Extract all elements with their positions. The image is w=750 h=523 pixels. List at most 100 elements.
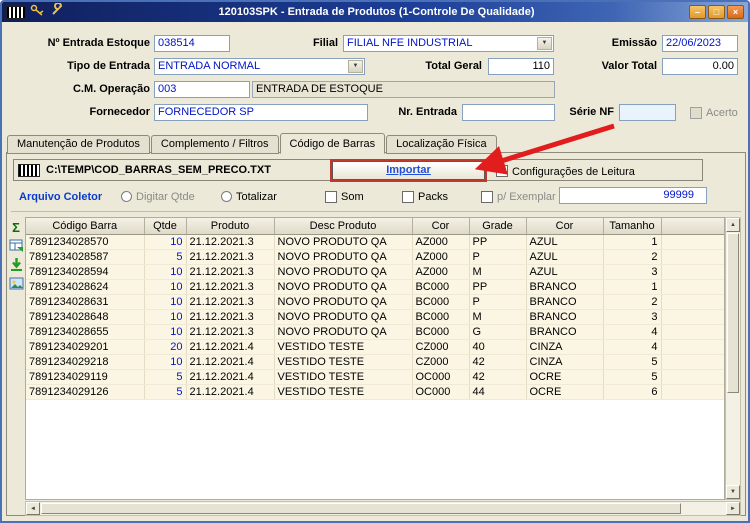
export-grid-icon[interactable]	[8, 238, 24, 254]
table-row[interactable]: 78912340286311021.12.2021.3NOVO PRODUTO …	[26, 294, 724, 309]
table-row[interactable]: 78912340285941021.12.2021.3NOVO PRODUTO …	[26, 264, 724, 279]
horizontal-scrollbar[interactable]: ◄ ►	[25, 501, 741, 516]
column-header-0[interactable]: Código Barra	[26, 218, 144, 234]
download-icon[interactable]	[8, 257, 24, 273]
tipo-entrada-select[interactable]: ENTRADA NORMAL ▼	[154, 58, 365, 75]
cm-operacao-input[interactable]: 003	[154, 81, 250, 98]
cell: VESTIDO TESTE	[274, 354, 412, 369]
nr-entrada-label: Nr. Entrada	[382, 104, 457, 121]
barcode-grid[interactable]: Código BarraQtdeProdutoDesc ProdutoCorGr…	[25, 217, 725, 500]
nr-entrada-input[interactable]	[462, 104, 555, 121]
scroll-right-icon[interactable]: ►	[726, 502, 740, 515]
valor-total-input[interactable]: 0.00	[662, 58, 738, 75]
cell: 5	[603, 369, 661, 384]
minimize-button[interactable]: –	[689, 5, 706, 19]
maximize-button[interactable]: □	[708, 5, 725, 19]
cell: 7891234028594	[26, 264, 144, 279]
importar-button[interactable]: Importar	[332, 161, 485, 180]
vscroll-thumb[interactable]	[727, 233, 739, 393]
vertical-scrollbar[interactable]: ▲ ▼	[725, 217, 741, 500]
tab-codigo-de-barras[interactable]: Código de Barras	[280, 133, 386, 154]
cell: 2	[603, 294, 661, 309]
column-header-filler	[661, 218, 724, 234]
fornecedor-input[interactable]: FORNECEDOR SP	[154, 104, 368, 121]
column-header-5[interactable]: Grade	[469, 218, 526, 234]
cell-filler	[661, 234, 724, 249]
cell: 1	[603, 279, 661, 294]
close-button[interactable]: ×	[727, 5, 744, 19]
cell: 21.12.2021.3	[186, 324, 274, 339]
chevron-down-icon[interactable]: ▼	[348, 60, 363, 73]
cell: VESTIDO TESTE	[274, 339, 412, 354]
filial-select[interactable]: FILIAL NFE INDUSTRIAL ▼	[343, 35, 554, 52]
digitar-qtde-radio[interactable]	[121, 191, 132, 202]
sum-icon[interactable]: Σ	[8, 219, 24, 235]
cell: M	[469, 264, 526, 279]
tab-manutencao-de-produtos[interactable]: Manutenção de Produtos	[7, 135, 150, 154]
cell: OCRE	[526, 369, 603, 384]
entrada-estoque-input[interactable]: 038514	[154, 35, 230, 52]
cell: NOVO PRODUTO QA	[274, 324, 412, 339]
cell: 21.12.2021.3	[186, 309, 274, 324]
column-header-7[interactable]: Tamanho	[603, 218, 661, 234]
cell: NOVO PRODUTO QA	[274, 309, 412, 324]
table-row[interactable]: 7891234028587521.12.2021.3NOVO PRODUTO Q…	[26, 249, 724, 264]
column-header-3[interactable]: Desc Produto	[274, 218, 412, 234]
totalizar-label: Totalizar	[236, 190, 277, 204]
emissao-input[interactable]: 22/06/2023	[662, 35, 738, 52]
scroll-up-icon[interactable]: ▲	[726, 218, 740, 232]
serie-nf-input[interactable]	[619, 104, 676, 121]
column-header-4[interactable]: Cor	[412, 218, 469, 234]
cell: 7891234028570	[26, 234, 144, 249]
cell-filler	[661, 249, 724, 264]
table-row[interactable]: 78912340292012021.12.2021.4VESTIDO TESTE…	[26, 339, 724, 354]
cell: 21.12.2021.3	[186, 249, 274, 264]
import-file-path: C:\TEMP\COD_BARRAS_SEM_PRECO.TXT	[46, 164, 271, 176]
wrench-icon	[50, 3, 64, 22]
cell: P	[469, 294, 526, 309]
totalizar-radio[interactable]	[221, 191, 232, 202]
table-header-row: Código BarraQtdeProdutoDesc ProdutoCorGr…	[26, 218, 724, 234]
scroll-down-icon[interactable]: ▼	[726, 485, 740, 499]
table-row[interactable]: 78912340286481021.12.2021.3NOVO PRODUTO …	[26, 309, 724, 324]
table-row[interactable]: 7891234029119521.12.2021.4VESTIDO TESTEO…	[26, 369, 724, 384]
import-strip: C:\TEMP\COD_BARRAS_SEM_PRECO.TXT Importa…	[13, 159, 703, 181]
exemplar-input[interactable]: 99999	[559, 187, 707, 204]
cell-filler	[661, 384, 724, 399]
table-row[interactable]: 78912340286241021.12.2021.3NOVO PRODUTO …	[26, 279, 724, 294]
packs-checkbox[interactable]	[402, 191, 414, 203]
cell: 42	[469, 369, 526, 384]
cell: AZ000	[412, 234, 469, 249]
column-header-1[interactable]: Qtde	[144, 218, 186, 234]
option-arquivo-coletor[interactable]: Arquivo Coletor	[19, 190, 102, 204]
cell: 3	[603, 264, 661, 279]
cell: 3	[603, 309, 661, 324]
cell: OC000	[412, 369, 469, 384]
total-geral-input[interactable]: 110	[488, 58, 554, 75]
som-checkbox[interactable]	[325, 191, 337, 203]
acerto-checkbox[interactable]	[690, 107, 702, 119]
titlebar[interactable]: 120103SPK - Entrada de Produtos (1-Contr…	[2, 2, 748, 22]
chevron-down-icon[interactable]: ▼	[537, 37, 552, 50]
digitar-qtde-label: Digitar Qtde	[136, 190, 195, 204]
tab-strip: Manutenção de Produtos Complemento / Fil…	[7, 133, 497, 154]
cell: 10	[144, 309, 186, 324]
cell: PP	[469, 234, 526, 249]
table-row[interactable]: 7891234029126521.12.2021.4VESTIDO TESTEO…	[26, 384, 724, 399]
configuracoes-leitura-checkbox[interactable]: ✓	[496, 165, 508, 177]
cell: BC000	[412, 294, 469, 309]
tab-complemento-filtros[interactable]: Complemento / Filtros	[151, 135, 279, 154]
table-row[interactable]: 78912340286551021.12.2021.3NOVO PRODUTO …	[26, 324, 724, 339]
tab-localizacao-fisica[interactable]: Localização Física	[386, 135, 497, 154]
column-header-2[interactable]: Produto	[186, 218, 274, 234]
filial-label: Filial	[272, 35, 338, 52]
table-row[interactable]: 78912340285701021.12.2021.3NOVO PRODUTO …	[26, 234, 724, 249]
column-header-6[interactable]: Cor	[526, 218, 603, 234]
cell: AZUL	[526, 249, 603, 264]
table-row[interactable]: 78912340292181021.12.2021.4VESTIDO TESTE…	[26, 354, 724, 369]
hscroll-thumb[interactable]	[41, 503, 681, 514]
p-exemplar-checkbox[interactable]	[481, 191, 493, 203]
tipo-entrada-label: Tipo de Entrada	[8, 58, 150, 75]
scroll-left-icon[interactable]: ◄	[26, 502, 40, 515]
image-icon[interactable]	[8, 276, 24, 292]
